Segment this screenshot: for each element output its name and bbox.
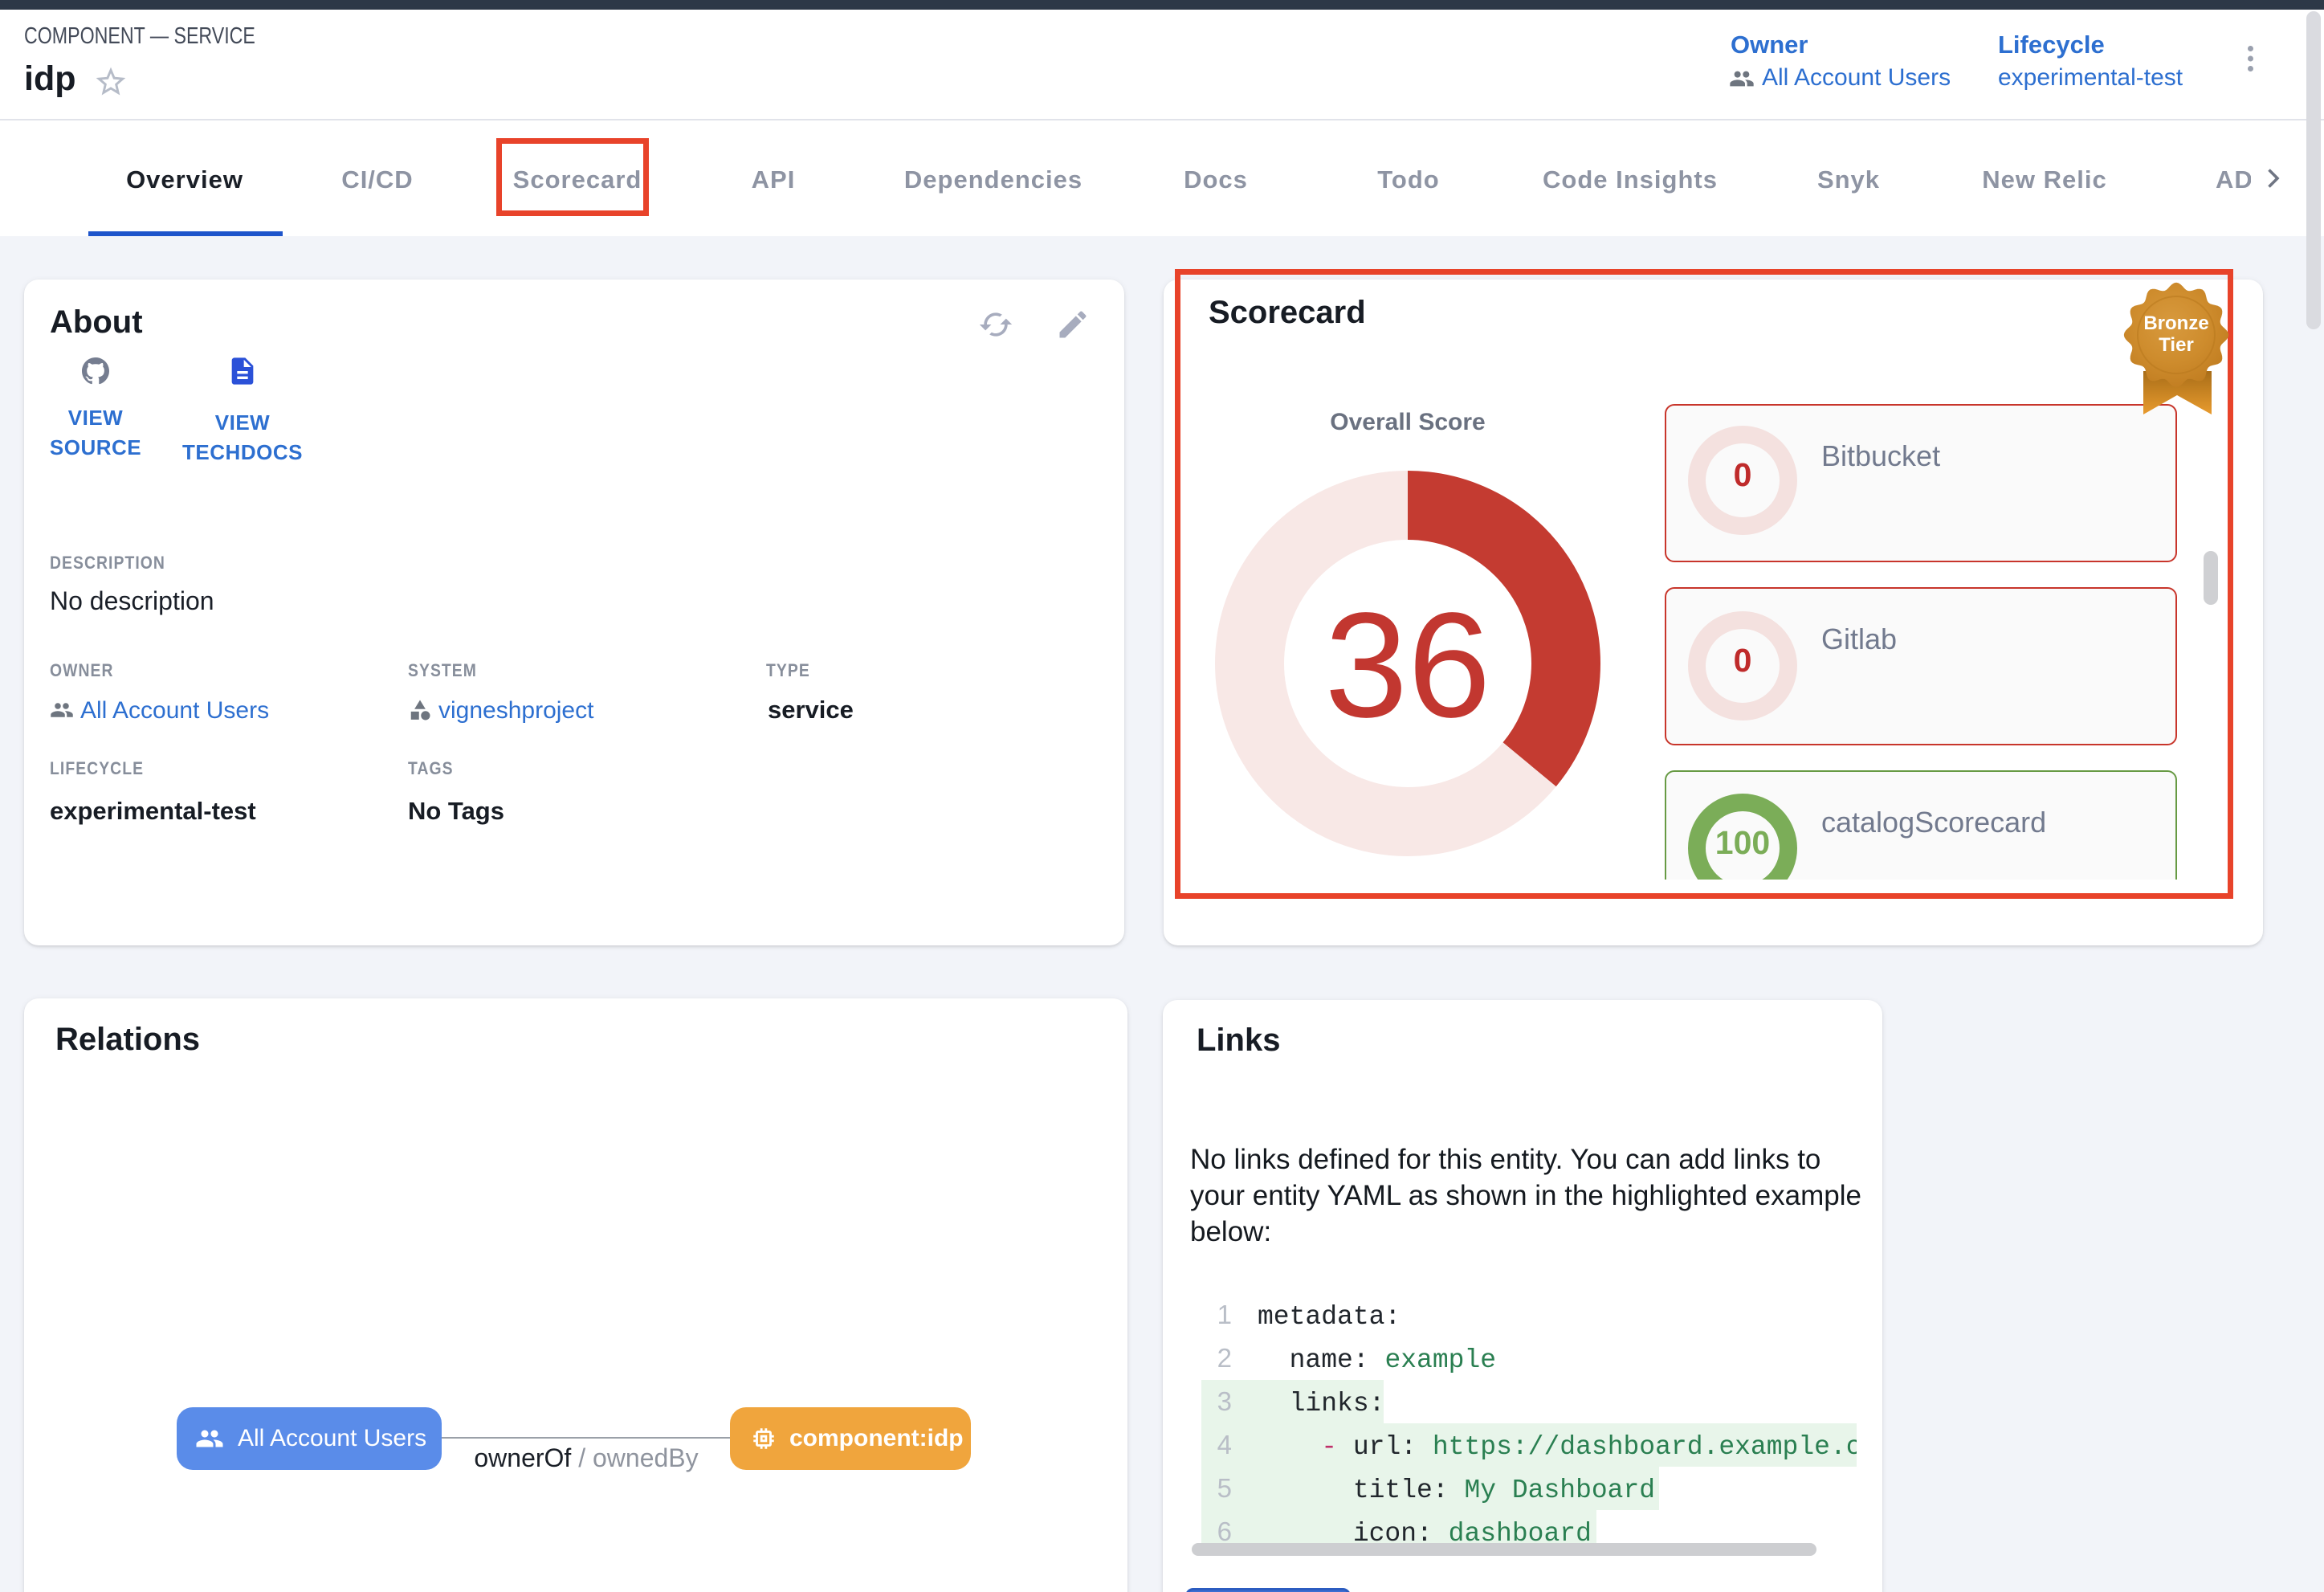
svg-text:Bronze: Bronze xyxy=(2143,312,2208,334)
svg-text:Tier: Tier xyxy=(2159,334,2194,356)
